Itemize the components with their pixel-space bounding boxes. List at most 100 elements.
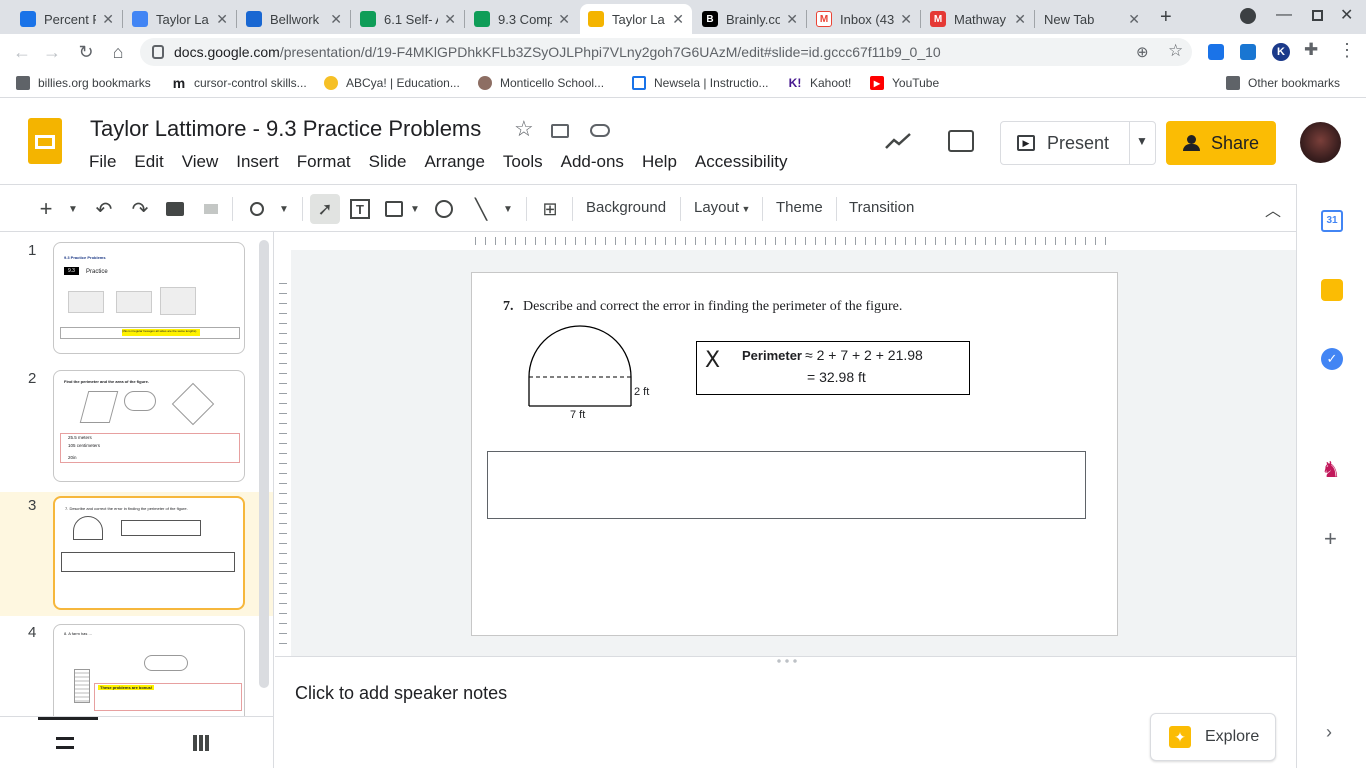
text-box-icon[interactable]: T	[348, 197, 372, 221]
address-bar[interactable]: docs.google.com/presentation/d/19-F4MKlG…	[140, 38, 1192, 66]
browser-tab[interactable]: 6.1 Self- A ✕	[352, 4, 464, 34]
close-window-icon[interactable]: ✕	[1340, 5, 1353, 25]
filmstrip-scrollbar[interactable]	[259, 240, 269, 688]
image-icon[interactable]	[384, 197, 404, 221]
more-menu-icon[interactable]: ⋮	[1338, 40, 1356, 61]
menu-slide[interactable]: Slide	[369, 152, 407, 172]
restore-icon[interactable]	[1312, 10, 1323, 21]
close-tab-icon[interactable]: ✕	[216, 11, 228, 28]
redo-icon[interactable]: ↷	[128, 197, 152, 221]
close-tab-icon[interactable]: ✕	[330, 11, 342, 28]
menu-file[interactable]: File	[89, 152, 116, 172]
browser-tab[interactable]: New Tab ✕	[1036, 4, 1148, 34]
move-folder-icon[interactable]	[551, 124, 569, 138]
close-tab-icon[interactable]: ✕	[102, 11, 114, 28]
menu-accessibility[interactable]: Accessibility	[695, 152, 788, 172]
slide-thumbnail-1[interactable]: 9.3 Practice Problems 9.3 Practice (this…	[53, 242, 245, 354]
new-slide-plus-icon[interactable]: +	[34, 196, 58, 221]
menu-help[interactable]: Help	[642, 152, 677, 172]
slide-thumbnail-2[interactable]: Find the perimeter and the area of the f…	[53, 370, 245, 482]
browser-tab[interactable]: 9.3 Comp ✕	[466, 4, 578, 34]
tasks-icon[interactable]: ✓	[1321, 348, 1343, 370]
new-tab-button[interactable]: +	[1160, 6, 1172, 29]
bookmark-star-icon[interactable]: ☆	[1168, 41, 1183, 61]
calendar-icon[interactable]: 31	[1321, 210, 1343, 232]
background-button[interactable]: Background	[586, 199, 666, 216]
undo-icon[interactable]: ↶	[92, 197, 116, 221]
shape-icon[interactable]	[432, 197, 456, 221]
present-button[interactable]: ▶ Present ▼	[1000, 121, 1156, 165]
add-comment-icon[interactable]: ⊞	[538, 197, 562, 221]
show-side-panel-chevron-icon[interactable]: ›	[1326, 722, 1332, 743]
comments-icon[interactable]	[948, 130, 974, 152]
home-icon[interactable]: ⌂	[106, 40, 130, 64]
unicorn-addon-icon[interactable]: ♞	[1321, 457, 1341, 483]
extension-icon[interactable]	[1208, 44, 1224, 60]
paint-format-icon[interactable]	[200, 197, 222, 221]
bookmark-item[interactable]: ▶ YouTube	[870, 76, 939, 90]
menu-format[interactable]: Format	[297, 152, 351, 172]
close-tab-icon[interactable]: ✕	[900, 11, 912, 28]
menu-arrange[interactable]: Arrange	[424, 152, 484, 172]
zoom-icon[interactable]	[246, 197, 268, 221]
browser-tab[interactable]: Bellwork ✕	[238, 4, 350, 34]
close-tab-icon[interactable]: ✕	[558, 11, 570, 28]
slides-logo-icon[interactable]	[28, 118, 62, 164]
close-tab-icon[interactable]: ✕	[1128, 11, 1140, 28]
other-bookmarks[interactable]: Other bookmarks	[1226, 76, 1340, 90]
explore-button[interactable]: ✦ Explore	[1150, 713, 1276, 761]
close-tab-icon[interactable]: ✕	[444, 11, 456, 28]
close-tab-icon[interactable]: ✕	[786, 11, 798, 28]
present-dropdown-icon[interactable]: ▼	[1136, 134, 1148, 148]
bookmark-item[interactable]: K! Kahoot!	[788, 76, 852, 90]
forward-arrow-icon[interactable]: →	[40, 40, 64, 64]
share-button[interactable]: Share	[1166, 121, 1276, 165]
browser-tab[interactable]: M Mathway ✕	[922, 4, 1034, 34]
menu-addons[interactable]: Add-ons	[561, 152, 624, 172]
bookmark-folder[interactable]: billies.org bookmarks	[16, 76, 151, 90]
browser-tab[interactable]: M Inbox (43 ✕	[808, 4, 920, 34]
speaker-notes-input[interactable]: Click to add speaker notes	[295, 683, 507, 704]
layout-button[interactable]: Layout	[694, 199, 739, 216]
transition-button[interactable]: Transition	[849, 199, 914, 216]
grid-view-icon[interactable]	[193, 735, 211, 751]
zoom-dropdown-icon[interactable]: ▼	[276, 197, 292, 221]
menu-insert[interactable]: Insert	[236, 152, 279, 172]
select-cursor-icon[interactable]: ➚	[310, 194, 340, 224]
bookmark-item[interactable]: Monticello School...	[478, 76, 604, 90]
keep-icon[interactable]	[1321, 279, 1343, 301]
extension-icon[interactable]	[1240, 44, 1256, 60]
layout-dropdown-icon[interactable]: ▼	[740, 197, 752, 221]
back-arrow-icon[interactable]: ←	[10, 40, 34, 64]
get-addons-plus-icon[interactable]: +	[1324, 526, 1337, 552]
menu-view[interactable]: View	[182, 152, 219, 172]
menu-edit[interactable]: Edit	[134, 152, 163, 172]
activity-trend-icon[interactable]	[884, 131, 912, 151]
extensions-puzzle-icon[interactable]: ✚	[1304, 40, 1318, 60]
document-title[interactable]: Taylor Lattimore - 9.3 Practice Problems	[90, 116, 481, 142]
new-slide-dropdown-icon[interactable]: ▼	[64, 197, 82, 221]
bookmark-item[interactable]: m cursor-control skills...	[172, 75, 307, 91]
collapse-menu-chevron-icon[interactable]: ︿	[1262, 197, 1284, 221]
current-slide[interactable]: 7. Describe and correct the error in fin…	[471, 272, 1118, 636]
zoom-icon[interactable]: ⊕	[1136, 43, 1149, 61]
browser-tab[interactable]: Percent F ✕	[12, 4, 122, 34]
browser-tab[interactable]: Taylor La ✕	[124, 4, 236, 34]
line-icon[interactable]: ╲	[470, 197, 492, 221]
avatar[interactable]	[1300, 122, 1341, 163]
bookmark-item[interactable]: ABCya! | Education...	[324, 76, 460, 90]
close-tab-icon[interactable]: ✕	[672, 11, 684, 28]
slide-thumbnail-4[interactable]: 8. A farm has ... These problems are bon…	[53, 624, 245, 716]
browser-tab[interactable]: B Brainly.co ✕	[694, 4, 806, 34]
print-icon[interactable]	[164, 197, 186, 221]
answer-text-box[interactable]	[487, 451, 1086, 519]
kami-extension-icon[interactable]: K	[1272, 43, 1290, 61]
menu-tools[interactable]: Tools	[503, 152, 543, 172]
minimize-icon[interactable]: —	[1276, 6, 1292, 24]
tab-search-icon[interactable]	[1240, 8, 1256, 24]
bookmark-item[interactable]: Newsela | Instructio...	[632, 76, 769, 90]
close-tab-icon[interactable]: ✕	[1014, 11, 1026, 28]
star-icon[interactable]: ☆	[514, 116, 534, 142]
notes-resize-handle[interactable]	[775, 659, 799, 663]
browser-tab-active[interactable]: Taylor La ✕	[580, 4, 692, 34]
